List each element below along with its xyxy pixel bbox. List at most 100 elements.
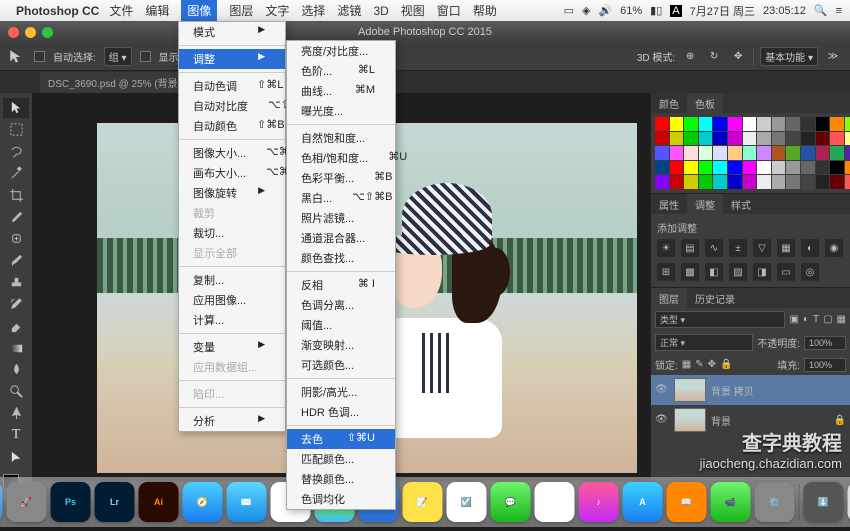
dock-appstore[interactable]: A: [623, 482, 663, 522]
swatch[interactable]: [786, 175, 800, 189]
menu-select[interactable]: 选择: [301, 2, 325, 19]
menu-3d[interactable]: 3D: [373, 4, 388, 18]
swatch[interactable]: [830, 175, 844, 189]
tab-color[interactable]: 颜色: [651, 93, 687, 114]
dock-downloads[interactable]: ⬇️: [804, 482, 844, 522]
swatch[interactable]: [772, 146, 786, 160]
3d-roll-icon[interactable]: ↻: [705, 48, 723, 66]
filter-pixel-icon[interactable]: ▣: [789, 314, 798, 325]
adj-color-balance[interactable]: 色彩平衡...⌘B: [287, 168, 395, 188]
dock-safari[interactable]: 🧭: [183, 482, 223, 522]
move-tool[interactable]: [3, 98, 29, 118]
swatch[interactable]: [728, 117, 742, 131]
swatch[interactable]: [772, 175, 786, 189]
dock-notes[interactable]: 📝: [403, 482, 443, 522]
swatch[interactable]: [684, 175, 698, 189]
dock-illustrator[interactable]: Ai: [139, 482, 179, 522]
dock-lightroom[interactable]: Lr: [95, 482, 135, 522]
swatch[interactable]: [845, 117, 850, 131]
lock-pos-icon[interactable]: ✥: [708, 359, 716, 370]
pen-tool[interactable]: [3, 404, 29, 424]
swatch[interactable]: [786, 161, 800, 175]
swatch[interactable]: [728, 175, 742, 189]
brush-tool[interactable]: [3, 251, 29, 271]
menu-analysis[interactable]: 分析▶: [179, 411, 285, 431]
move-tool-icon[interactable]: [8, 48, 26, 66]
dock-preview[interactable]: 🖼: [535, 482, 575, 522]
adj-curves[interactable]: 曲线...⌘M: [287, 81, 395, 101]
swatch[interactable]: [655, 146, 669, 160]
gradient-tool[interactable]: [3, 338, 29, 358]
swatch[interactable]: [743, 161, 757, 175]
adj-brightness-icon[interactable]: ☀: [657, 239, 675, 257]
tab-props[interactable]: 属性: [651, 194, 687, 215]
menu-variables[interactable]: 变量▶: [179, 337, 285, 357]
eyedropper-tool[interactable]: [3, 207, 29, 227]
lock-pixel-icon[interactable]: ✎: [695, 359, 703, 370]
swatch[interactable]: [713, 175, 727, 189]
swatch[interactable]: [743, 132, 757, 146]
lock-all-icon[interactable]: 🔒: [720, 359, 732, 370]
dock-itunes[interactable]: ♪: [579, 482, 619, 522]
swatch[interactable]: [743, 117, 757, 131]
adj-invert-icon[interactable]: ◧: [705, 263, 723, 281]
adj-channel-mixer[interactable]: 通道混合器...: [287, 228, 395, 248]
fill-value[interactable]: 100%: [804, 358, 846, 372]
swatch[interactable]: [786, 132, 800, 146]
layer-row-copy[interactable]: 👁 背景 拷贝: [651, 375, 850, 405]
menu-adjustments[interactable]: 调整▶: [179, 49, 285, 69]
adj-gradient-map-icon[interactable]: ▭: [777, 263, 795, 281]
filter-shape-icon[interactable]: ▢: [823, 314, 832, 325]
menu-layer[interactable]: 图层: [229, 2, 253, 19]
swatch[interactable]: [772, 161, 786, 175]
path-select-tool[interactable]: [3, 447, 29, 467]
swatch[interactable]: [684, 117, 698, 131]
airplay-icon[interactable]: ▭: [564, 4, 574, 17]
adj-color-lookup[interactable]: 颜色查找...: [287, 248, 395, 268]
swatch[interactable]: [772, 117, 786, 131]
menu-duplicate[interactable]: 复制...: [179, 270, 285, 290]
auto-select-checkbox[interactable]: [34, 51, 45, 62]
swatch[interactable]: [670, 175, 684, 189]
dock-messages[interactable]: 💬: [491, 482, 531, 522]
blur-tool[interactable]: [3, 360, 29, 380]
swatch[interactable]: [845, 175, 850, 189]
adj-threshold[interactable]: 阈值...: [287, 315, 395, 335]
swatch[interactable]: [655, 117, 669, 131]
swatch[interactable]: [670, 132, 684, 146]
menu-auto-contrast[interactable]: 自动对比度⌥⇧⌘L: [179, 96, 285, 116]
eraser-tool[interactable]: [3, 316, 29, 336]
menu-image-rotation[interactable]: 图像旋转▶: [179, 183, 285, 203]
menu-window[interactable]: 窗口: [437, 2, 461, 19]
search-icon[interactable]: ≫: [824, 48, 842, 66]
adj-selective-icon[interactable]: ◎: [801, 263, 819, 281]
menu-auto-tone[interactable]: 自动色调⇧⌘L: [179, 76, 285, 96]
menu-edit[interactable]: 编辑: [145, 2, 169, 19]
menu-type[interactable]: 文字: [265, 2, 289, 19]
adj-shadows-highlights[interactable]: 阴影/高光...: [287, 382, 395, 402]
adj-levels[interactable]: 色阶...⌘L: [287, 61, 395, 81]
swatch[interactable]: [713, 132, 727, 146]
menu-filter[interactable]: 滤镜: [337, 2, 361, 19]
lock-trans-icon[interactable]: ▦: [682, 359, 691, 370]
swatch[interactable]: [728, 161, 742, 175]
swatch[interactable]: [830, 117, 844, 131]
filter-smart-icon[interactable]: ▦: [837, 314, 846, 325]
battery-icon[interactable]: ▮▯: [650, 4, 662, 17]
swatch[interactable]: [684, 146, 698, 160]
adj-posterize[interactable]: 色调分离...: [287, 295, 395, 315]
swatch[interactable]: [786, 117, 800, 131]
menu-view[interactable]: 视图: [401, 2, 425, 19]
history-brush-tool[interactable]: [3, 294, 29, 314]
swatch[interactable]: [801, 161, 815, 175]
adj-photo-filter-icon[interactable]: ◉: [825, 239, 843, 257]
dock-finder[interactable]: 😊: [0, 482, 3, 522]
adj-hue-icon[interactable]: ▦: [777, 239, 795, 257]
swatches-grid[interactable]: [651, 113, 850, 193]
swatch[interactable]: [816, 146, 830, 160]
adj-levels-icon[interactable]: ▤: [681, 239, 699, 257]
dock-reminders[interactable]: ☑️: [447, 482, 487, 522]
workspace-switcher[interactable]: 基本功能 ▾: [760, 47, 818, 66]
swatch[interactable]: [816, 132, 830, 146]
wifi-icon[interactable]: ◈: [582, 4, 590, 17]
